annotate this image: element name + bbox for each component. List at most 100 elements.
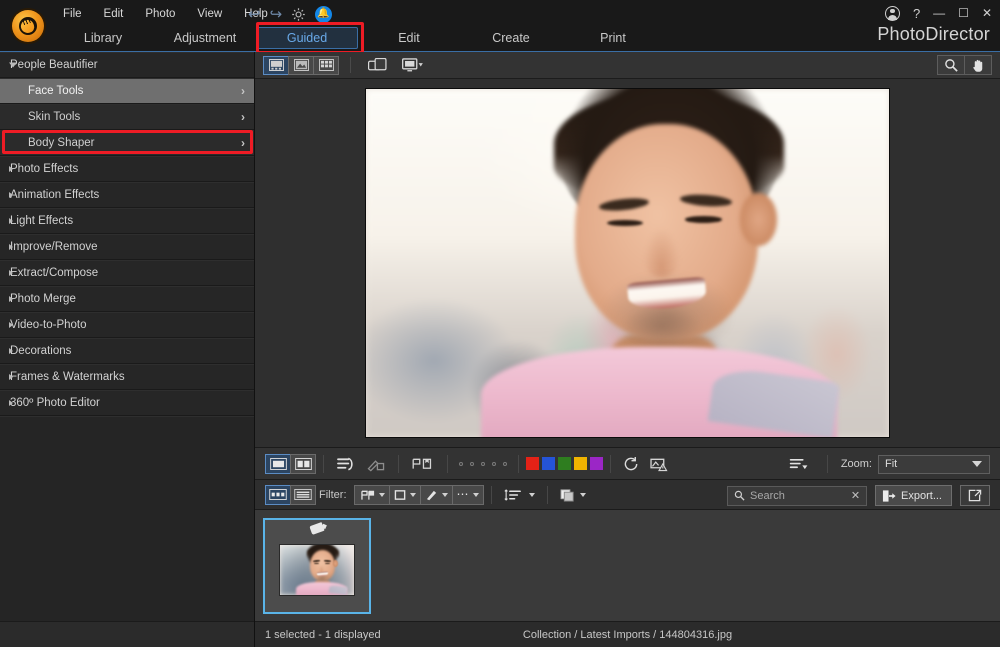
sidebar-status-spacer [0,621,254,647]
photo-canvas[interactable] [255,79,1000,447]
menu-file[interactable]: File [52,5,93,23]
sidebar-item-people-beautifier[interactable]: People Beautifier [0,52,254,78]
redo-arrow-icon[interactable]: ↪ [270,7,283,22]
sidebar-item-light-effects[interactable]: Light Effects [0,208,254,234]
ellipsis-filter-icon[interactable]: ⋯ [451,484,484,505]
stack-photos-icon[interactable] [555,485,591,505]
close-button[interactable]: ✕ [982,7,992,19]
search-input[interactable] [750,489,846,502]
color-swatch-yellow[interactable] [574,457,587,470]
sort-lines-icon[interactable] [784,454,814,474]
viewer-tool-group [937,55,992,75]
app-header: File Edit Photo View Help ↩ ↪ 🔔 Library … [0,0,1000,54]
brush-tag-icon[interactable] [361,454,391,474]
main-photo[interactable] [365,88,890,438]
magnifier-icon[interactable] [937,55,965,75]
bell-icon[interactable]: 🔔 [315,5,333,23]
thumb-list-icon[interactable] [265,484,291,505]
color-swatch-blue[interactable] [542,457,555,470]
app-title: PhotoDirector [877,24,990,44]
rating-dot-1[interactable] [459,461,463,466]
sidebar-item-360-photo-editor[interactable]: 360º Photo Editor [0,390,254,416]
flag-filter-icon[interactable] [353,484,390,505]
marker-filter-icon[interactable] [419,484,453,505]
help-button[interactable]: ? [913,6,920,21]
export-button[interactable]: Export... [875,485,952,506]
sidebar-item-extract-compose[interactable]: Extract/Compose [0,260,254,286]
sidebar-item-animation-effects[interactable]: Animation Effects [0,182,254,208]
gear-icon[interactable] [291,7,306,22]
chevron-right-icon: › [241,110,245,124]
user-account-icon[interactable] [884,5,900,21]
rating-dot-5[interactable] [503,461,507,466]
square-filter-icon[interactable] [388,484,421,505]
flag-pick-icon[interactable] [406,454,440,474]
chevron-right-icon [9,296,13,302]
one-pane-icon[interactable] [265,453,291,474]
rating-dot-3[interactable] [481,461,485,466]
color-swatch-green[interactable] [558,457,571,470]
tab-print[interactable]: Print [562,27,664,49]
menu-view[interactable]: View [186,5,233,23]
sidebar-item-frames-watermarks[interactable]: Frames & Watermarks [0,364,254,390]
rating-dots[interactable] [455,461,511,466]
two-pane-icon[interactable] [290,453,316,474]
sidebar-item-photo-merge[interactable]: Photo Merge [0,286,254,312]
color-swatch-red[interactable] [526,457,539,470]
chevron-right-icon: › [241,136,245,150]
toolbar-divider [546,485,548,504]
window-controls: ? — ☐ ✕ [884,2,992,24]
chevron-right-icon [9,218,13,224]
zoom-dropdown[interactable]: Fit [878,454,990,474]
caption-lines-icon[interactable] [331,454,361,474]
thumbnail-image [279,543,355,596]
photo-warning-icon[interactable] [645,454,674,474]
sidebar-item-photo-effects[interactable]: Photo Effects [0,156,254,182]
zoom-control-group: Zoom: Fit [784,454,990,474]
sidebar-item-face-tools[interactable]: Face Tools › [0,78,254,104]
rating-dot-4[interactable] [492,461,496,466]
sort-order-icon[interactable] [499,485,540,505]
grid-view-icon[interactable] [313,55,339,75]
export-label: Export... [901,489,942,502]
tab-library[interactable]: Library [52,27,154,49]
maximize-button[interactable]: ☐ [958,7,969,19]
undo-arrow-icon[interactable]: ↩ [248,7,261,22]
zoom-value: Fit [885,458,898,470]
chevron-down-icon [972,461,982,467]
toolbar-divider [518,454,519,473]
compare-view-icon[interactable] [288,55,314,75]
sidebar-item-label: People Beautifier [10,59,98,71]
single-photo-view-icon[interactable] [263,55,289,75]
rating-dot-2[interactable] [470,461,474,466]
sidebar-item-skin-tools[interactable]: Skin Tools › [0,104,254,130]
chevron-right-icon [9,244,13,250]
open-external-icon[interactable] [960,485,990,506]
photo-thumbnail-1[interactable] [263,517,371,614]
app-body: People Beautifier Face Tools › Skin Tool… [0,52,1000,647]
menu-photo[interactable]: Photo [134,5,186,23]
photo-filmstrip[interactable] [255,509,1000,621]
tab-create[interactable]: Create [460,27,562,49]
secondary-window-icon[interactable] [362,55,392,75]
sidebar-item-improve-remove[interactable]: Improve/Remove [0,234,254,260]
filter-label: Filter: [319,488,347,501]
chevron-right-icon [9,322,13,328]
tab-edit[interactable]: Edit [358,27,460,49]
minimize-button[interactable]: — [933,7,945,19]
display-monitor-icon[interactable] [398,55,428,75]
tab-guided[interactable]: Guided [256,27,358,49]
hand-pan-icon[interactable] [964,55,992,75]
tab-adjustment[interactable]: Adjustment [154,27,256,49]
sidebar-item-label: Decorations [10,345,72,357]
detail-list-icon[interactable] [290,484,316,505]
chevron-down-icon [579,492,586,497]
rotate-cw-icon[interactable] [618,454,645,474]
sidebar-item-decorations[interactable]: Decorations [0,338,254,364]
sidebar-item-body-shaper[interactable]: Body Shaper › [0,130,254,156]
menu-edit[interactable]: Edit [93,5,135,23]
clear-x-icon[interactable]: ✕ [851,489,860,502]
sidebar-item-video-to-photo[interactable]: Video-to-Photo [0,312,254,338]
color-swatch-purple[interactable] [590,457,603,470]
search-box[interactable]: ✕ [727,485,868,506]
